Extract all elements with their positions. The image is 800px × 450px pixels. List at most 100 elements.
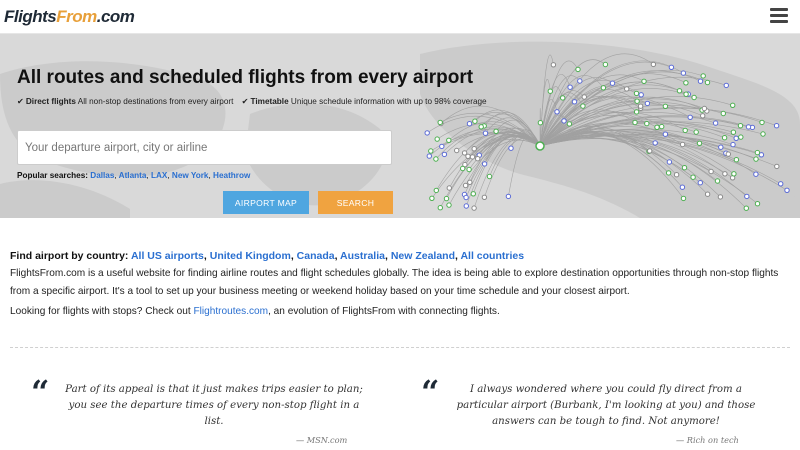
airport-dot <box>700 73 706 79</box>
airport-dot <box>725 151 731 157</box>
airport-dot <box>602 61 609 68</box>
airport-dot <box>644 120 650 127</box>
airport-dot <box>730 129 737 135</box>
airport-dot <box>704 79 711 86</box>
popular-link-atlanta[interactable]: Atlanta <box>119 171 147 180</box>
airport-dot <box>566 121 573 127</box>
airport-dot <box>784 187 790 194</box>
country-link-canada[interactable]: Canada <box>297 250 335 262</box>
airport-dot <box>581 94 587 100</box>
airport-dot <box>482 130 489 136</box>
airport-dot <box>547 88 553 94</box>
popular-link-heathrow[interactable]: Heathrow <box>213 171 250 180</box>
airport-dot <box>647 148 653 154</box>
airport-dot <box>759 119 765 126</box>
section-divider <box>10 347 790 348</box>
airport-dot <box>662 131 669 137</box>
popular-link-dallas[interactable]: Dallas <box>90 171 114 180</box>
country-link-all[interactable]: All countries <box>460 250 524 262</box>
hamburger-menu-icon[interactable] <box>770 8 788 24</box>
country-link-australia[interactable]: Australia <box>340 250 385 262</box>
airport-dot <box>638 92 644 98</box>
airport-dot <box>708 168 714 175</box>
country-link-new-zealand[interactable]: New Zealand <box>391 250 455 262</box>
airport-dot <box>466 121 473 127</box>
logo-text-com: .com <box>96 7 135 26</box>
airport-dot <box>471 205 477 211</box>
testimonial-source-1: — MSN.com <box>296 435 348 445</box>
feature-timetable: ✔ Timetable Unique schedule information w… <box>242 97 487 106</box>
airport-dot <box>439 143 445 150</box>
airport-dot <box>469 154 476 160</box>
airport-dot <box>691 94 697 101</box>
airport-dot <box>470 191 476 197</box>
airport-dot <box>550 62 557 68</box>
airport-map-button[interactable]: AIRPORT MAP <box>223 191 309 214</box>
airport-dot <box>687 114 693 121</box>
airport-dot <box>722 171 728 177</box>
airport-dot <box>693 129 699 135</box>
airport-dot <box>683 80 689 86</box>
airport-dot <box>753 171 759 177</box>
intro-paragraph: FlightsFrom.com is a useful website for … <box>10 268 779 297</box>
testimonial-quote-1: Part of its appeal is that it just makes… <box>65 384 363 427</box>
country-links: Find airport by country: All US airports… <box>10 250 525 262</box>
airport-dot <box>773 123 780 129</box>
airport-dot <box>682 127 688 134</box>
feature-list: ✔ Direct flights All non-stop destination… <box>17 96 493 106</box>
country-link-uk[interactable]: United Kingdom <box>210 250 291 262</box>
check-icon: ✔ <box>17 97 24 106</box>
quote-mark-icon: “ <box>421 373 440 411</box>
airport-dot <box>718 144 724 150</box>
airport-dot <box>731 171 737 177</box>
top-bar: FlightsFrom.com <box>0 0 800 34</box>
airport-dot <box>508 145 514 151</box>
quote-mark-icon: “ <box>31 373 50 411</box>
airport-dot <box>697 78 704 84</box>
airport-dot <box>460 165 466 172</box>
airport-dot <box>743 205 749 211</box>
airport-dot <box>426 153 432 159</box>
airport-dot <box>446 202 452 208</box>
airport-dot <box>700 113 706 119</box>
country-link-us[interactable]: All US airports <box>131 250 204 262</box>
airport-dot <box>481 194 488 201</box>
airport-dot <box>730 141 736 148</box>
airport-dot <box>754 201 761 207</box>
hero-section: All routes and scheduled flights from ev… <box>0 34 800 218</box>
airport-dot <box>467 179 473 186</box>
departure-search-input[interactable] <box>17 130 392 165</box>
world-route-map <box>0 41 800 218</box>
airport-dot <box>774 163 780 170</box>
popular-link-lax[interactable]: LAX <box>151 171 167 180</box>
popular-link-new-york[interactable]: New York <box>172 171 209 180</box>
feature-name: Direct flights <box>25 97 76 106</box>
stops-prefix: Looking for flights with stops? Check ou… <box>10 306 194 317</box>
airport-dot <box>554 109 560 115</box>
airport-dot <box>679 184 686 190</box>
airport-dot <box>434 136 440 142</box>
search-button[interactable]: SEARCH <box>318 191 393 214</box>
airport-dot <box>537 120 544 126</box>
flightroutes-link[interactable]: Flightroutes.com <box>193 306 268 317</box>
airport-dot <box>433 156 439 162</box>
airport-dot <box>446 185 452 191</box>
airport-dot <box>441 151 448 158</box>
airport-dot <box>571 99 578 105</box>
airport-dot <box>659 123 665 130</box>
feature-desc: Unique schedule information with up to 9… <box>290 97 487 106</box>
airport-dot <box>493 128 499 135</box>
country-label: Find airport by country: <box>10 250 129 262</box>
airport-dot <box>637 103 644 109</box>
airport-dot <box>696 140 703 147</box>
airport-dot <box>433 187 439 194</box>
popular-searches-label: Popular searches: <box>17 171 88 180</box>
airport-dot <box>704 191 711 197</box>
airport-dot <box>712 120 719 126</box>
airport-dot <box>730 102 736 109</box>
hub-airport-dot <box>535 141 545 151</box>
logo-text-from: From <box>56 7 97 26</box>
airport-dot <box>668 64 675 70</box>
site-logo[interactable]: FlightsFrom.com <box>4 7 135 27</box>
airport-dot <box>463 203 469 209</box>
